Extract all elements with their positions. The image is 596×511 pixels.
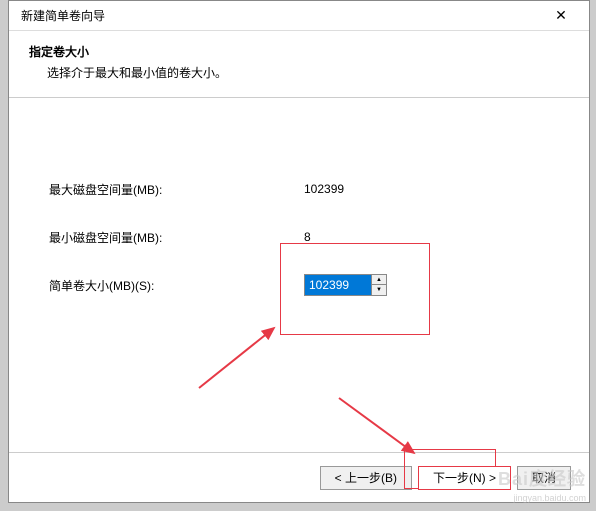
spinner-down-button[interactable]: ▼ <box>372 285 386 295</box>
min-disk-label: 最小磁盘空间量(MB): <box>49 229 304 246</box>
dialog-title: 新建简单卷向导 <box>21 7 105 24</box>
titlebar: 新建简单卷向导 ✕ <box>9 1 589 31</box>
volume-size-label: 简单卷大小(MB)(S): <box>49 277 304 294</box>
spinner-up-button[interactable]: ▲ <box>372 275 386 285</box>
max-disk-row: 最大磁盘空间量(MB): 102399 <box>49 178 549 200</box>
volume-size-input[interactable] <box>305 275 371 295</box>
max-disk-value: 102399 <box>304 182 344 196</box>
volume-size-spinner[interactable]: ▲ ▼ <box>304 274 387 296</box>
page-description: 选择介于最大和最小值的卷大小。 <box>47 64 569 81</box>
footer-buttons: < 上一步(B) 下一步(N) > 取消 <box>9 452 589 502</box>
min-disk-row: 最小磁盘空间量(MB): 8 <box>49 226 549 248</box>
back-button[interactable]: < 上一步(B) <box>320 466 412 490</box>
next-button[interactable]: 下一步(N) > <box>418 466 511 490</box>
close-button[interactable]: ✕ <box>541 2 581 30</box>
close-icon: ✕ <box>555 7 567 24</box>
spinner-buttons: ▲ ▼ <box>371 275 386 295</box>
header-section: 指定卷大小 选择介于最大和最小值的卷大小。 <box>9 31 589 97</box>
page-title: 指定卷大小 <box>29 43 569 60</box>
volume-size-row: 简单卷大小(MB)(S): ▲ ▼ <box>49 274 549 296</box>
chevron-up-icon: ▲ <box>376 276 382 284</box>
chevron-down-icon: ▼ <box>376 286 382 294</box>
cancel-button[interactable]: 取消 <box>517 466 571 490</box>
annotation-arrow-icon <box>189 318 289 398</box>
content-area: 最大磁盘空间量(MB): 102399 最小磁盘空间量(MB): 8 简单卷大小… <box>9 98 589 452</box>
min-disk-value: 8 <box>304 230 311 244</box>
max-disk-label: 最大磁盘空间量(MB): <box>49 181 304 198</box>
wizard-dialog: 新建简单卷向导 ✕ 指定卷大小 选择介于最大和最小值的卷大小。 最大磁盘空间量(… <box>8 0 590 503</box>
